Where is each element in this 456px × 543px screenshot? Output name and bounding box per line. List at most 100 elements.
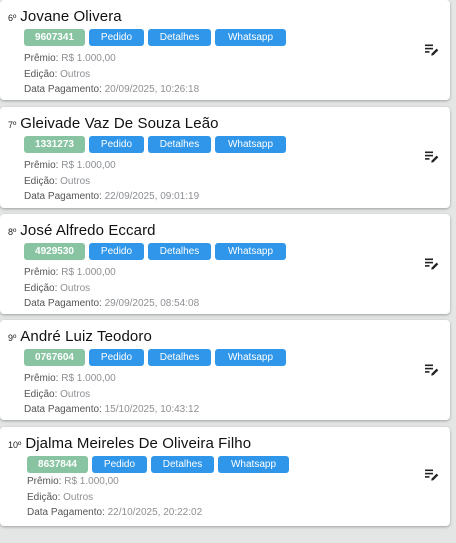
whatsapp-button[interactable]: Whatsapp bbox=[218, 456, 289, 473]
edit-list-icon[interactable] bbox=[425, 44, 439, 56]
winner-actions: 1331273 Pedido Detalhes Whatsapp bbox=[24, 136, 286, 153]
winner-info: Prêmio: R$ 1.000,00 Edição: Outros Data … bbox=[24, 51, 199, 98]
winner-position: 9º bbox=[8, 333, 17, 343]
winner-info: Prêmio: R$ 1.000,00 Edição: Outros Data … bbox=[27, 474, 202, 521]
winner-name: Gleivade Vaz De Souza Leão bbox=[20, 115, 219, 132]
premio-value: R$ 1.000,00 bbox=[61, 53, 116, 64]
winner-actions: 8637844 Pedido Detalhes Whatsapp bbox=[27, 456, 289, 473]
winner-card: 9º André Luiz Teodoro 0767604 Pedido Det… bbox=[0, 320, 450, 420]
edicao-row: Edição: Outros bbox=[24, 67, 199, 83]
edicao-row: Edição: Outros bbox=[24, 281, 199, 297]
edicao-value: Outros bbox=[60, 175, 91, 187]
winner-name: Jovane Olivera bbox=[20, 8, 122, 25]
pedido-button[interactable]: Pedido bbox=[89, 136, 144, 153]
data-pagamento-value: 22/09/2025, 09:01:19 bbox=[104, 191, 200, 202]
winner-header: 8º José Alfredo Eccard bbox=[8, 222, 156, 239]
edicao-value: Outros bbox=[60, 68, 91, 80]
winner-header: 9º André Luiz Teodoro bbox=[8, 328, 152, 345]
pedido-button[interactable]: Pedido bbox=[89, 349, 144, 366]
whatsapp-button[interactable]: Whatsapp bbox=[215, 243, 286, 260]
premio-row: Prêmio: R$ 1.000,00 bbox=[27, 474, 202, 490]
detalhes-button[interactable]: Detalhes bbox=[148, 349, 211, 366]
premio-value: R$ 1.000,00 bbox=[64, 476, 119, 487]
detalhes-button[interactable]: Detalhes bbox=[148, 243, 211, 260]
detalhes-button[interactable]: Detalhes bbox=[151, 456, 214, 473]
data-pagamento-row: Data Pagamento: 29/09/2025, 08:54:08 bbox=[24, 296, 199, 312]
edicao-value: Outros bbox=[60, 282, 91, 294]
premio-row: Prêmio: R$ 1.000,00 bbox=[24, 265, 199, 281]
winner-name: Djalma Meireles De Oliveira Filho bbox=[25, 435, 252, 452]
data-pagamento-value: 15/10/2025, 10:43:12 bbox=[104, 404, 200, 415]
winner-name: André Luiz Teodoro bbox=[20, 328, 152, 345]
data-pagamento-label: Data Pagamento: bbox=[24, 84, 102, 95]
edit-list-icon[interactable] bbox=[425, 364, 439, 376]
data-pagamento-label: Data Pagamento: bbox=[24, 404, 102, 415]
edicao-row: Edição: Outros bbox=[27, 490, 202, 506]
data-pagamento-value: 20/09/2025, 10:26:18 bbox=[104, 84, 200, 95]
edicao-label: Edição: bbox=[27, 491, 61, 503]
ticket-code-badge: 1331273 bbox=[24, 136, 85, 153]
winner-header: 10º Djalma Meireles De Oliveira Filho bbox=[8, 435, 251, 452]
edicao-label: Edição: bbox=[24, 388, 58, 400]
edicao-label: Edição: bbox=[24, 175, 58, 187]
winner-card: 7º Gleivade Vaz De Souza Leão 1331273 Pe… bbox=[0, 107, 450, 208]
winner-header: 6º Jovane Olivera bbox=[8, 8, 122, 25]
data-pagamento-value: 29/09/2025, 08:54:08 bbox=[104, 298, 200, 309]
premio-value: R$ 1.000,00 bbox=[61, 373, 116, 384]
ticket-code-badge: 4929530 bbox=[24, 243, 85, 260]
whatsapp-button[interactable]: Whatsapp bbox=[215, 136, 286, 153]
edicao-value: Outros bbox=[60, 388, 91, 400]
premio-label: Prêmio: bbox=[27, 476, 62, 487]
premio-label: Prêmio: bbox=[24, 160, 59, 171]
winner-name: José Alfredo Eccard bbox=[20, 222, 156, 239]
detalhes-button[interactable]: Detalhes bbox=[148, 136, 211, 153]
winner-position: 7º bbox=[8, 120, 17, 130]
winner-card: 6º Jovane Olivera 9607341 Pedido Detalhe… bbox=[0, 0, 450, 100]
winner-card: 10º Djalma Meireles De Oliveira Filho 86… bbox=[0, 427, 450, 526]
pedido-button[interactable]: Pedido bbox=[92, 456, 147, 473]
edit-list-icon[interactable] bbox=[425, 469, 439, 481]
whatsapp-button[interactable]: Whatsapp bbox=[215, 29, 286, 46]
edicao-label: Edição: bbox=[24, 282, 58, 294]
premio-row: Prêmio: R$ 1.000,00 bbox=[24, 158, 199, 174]
premio-label: Prêmio: bbox=[24, 373, 59, 384]
data-pagamento-row: Data Pagamento: 22/09/2025, 09:01:19 bbox=[24, 189, 199, 205]
premio-label: Prêmio: bbox=[24, 53, 59, 64]
data-pagamento-label: Data Pagamento: bbox=[24, 191, 102, 202]
edicao-value: Outros bbox=[63, 491, 94, 503]
winner-card: 8º José Alfredo Eccard 4929530 Pedido De… bbox=[0, 214, 450, 314]
winner-position: 8º bbox=[8, 227, 17, 237]
winner-header: 7º Gleivade Vaz De Souza Leão bbox=[8, 115, 219, 132]
pedido-button[interactable]: Pedido bbox=[89, 29, 144, 46]
winner-actions: 0767604 Pedido Detalhes Whatsapp bbox=[24, 349, 286, 366]
data-pagamento-row: Data Pagamento: 22/10/2025, 20:22:02 bbox=[27, 505, 202, 521]
edicao-label: Edição: bbox=[24, 68, 58, 80]
edicao-row: Edição: Outros bbox=[24, 387, 199, 403]
whatsapp-button[interactable]: Whatsapp bbox=[215, 349, 286, 366]
premio-row: Prêmio: R$ 1.000,00 bbox=[24, 371, 199, 387]
data-pagamento-row: Data Pagamento: 15/10/2025, 10:43:12 bbox=[24, 402, 199, 418]
premio-label: Prêmio: bbox=[24, 267, 59, 278]
edit-list-icon[interactable] bbox=[425, 151, 439, 163]
data-pagamento-value: 22/10/2025, 20:22:02 bbox=[107, 507, 203, 518]
pedido-button[interactable]: Pedido bbox=[89, 243, 144, 260]
winners-list: 6º Jovane Olivera 9607341 Pedido Detalhe… bbox=[0, 0, 456, 543]
winner-info: Prêmio: R$ 1.000,00 Edição: Outros Data … bbox=[24, 371, 199, 418]
winner-info: Prêmio: R$ 1.000,00 Edição: Outros Data … bbox=[24, 265, 199, 312]
premio-row: Prêmio: R$ 1.000,00 bbox=[24, 51, 199, 67]
winner-position: 6º bbox=[8, 13, 17, 23]
premio-value: R$ 1.000,00 bbox=[61, 267, 116, 278]
edicao-row: Edição: Outros bbox=[24, 174, 199, 190]
ticket-code-badge: 0767604 bbox=[24, 349, 85, 366]
detalhes-button[interactable]: Detalhes bbox=[148, 29, 211, 46]
ticket-code-badge: 8637844 bbox=[27, 456, 88, 473]
winner-actions: 9607341 Pedido Detalhes Whatsapp bbox=[24, 29, 286, 46]
ticket-code-badge: 9607341 bbox=[24, 29, 85, 46]
edit-list-icon[interactable] bbox=[425, 258, 439, 270]
data-pagamento-row: Data Pagamento: 20/09/2025, 10:26:18 bbox=[24, 82, 199, 98]
winner-actions: 4929530 Pedido Detalhes Whatsapp bbox=[24, 243, 286, 260]
data-pagamento-label: Data Pagamento: bbox=[24, 298, 102, 309]
premio-value: R$ 1.000,00 bbox=[61, 160, 116, 171]
winner-info: Prêmio: R$ 1.000,00 Edição: Outros Data … bbox=[24, 158, 199, 205]
winner-position: 10º bbox=[8, 440, 22, 450]
